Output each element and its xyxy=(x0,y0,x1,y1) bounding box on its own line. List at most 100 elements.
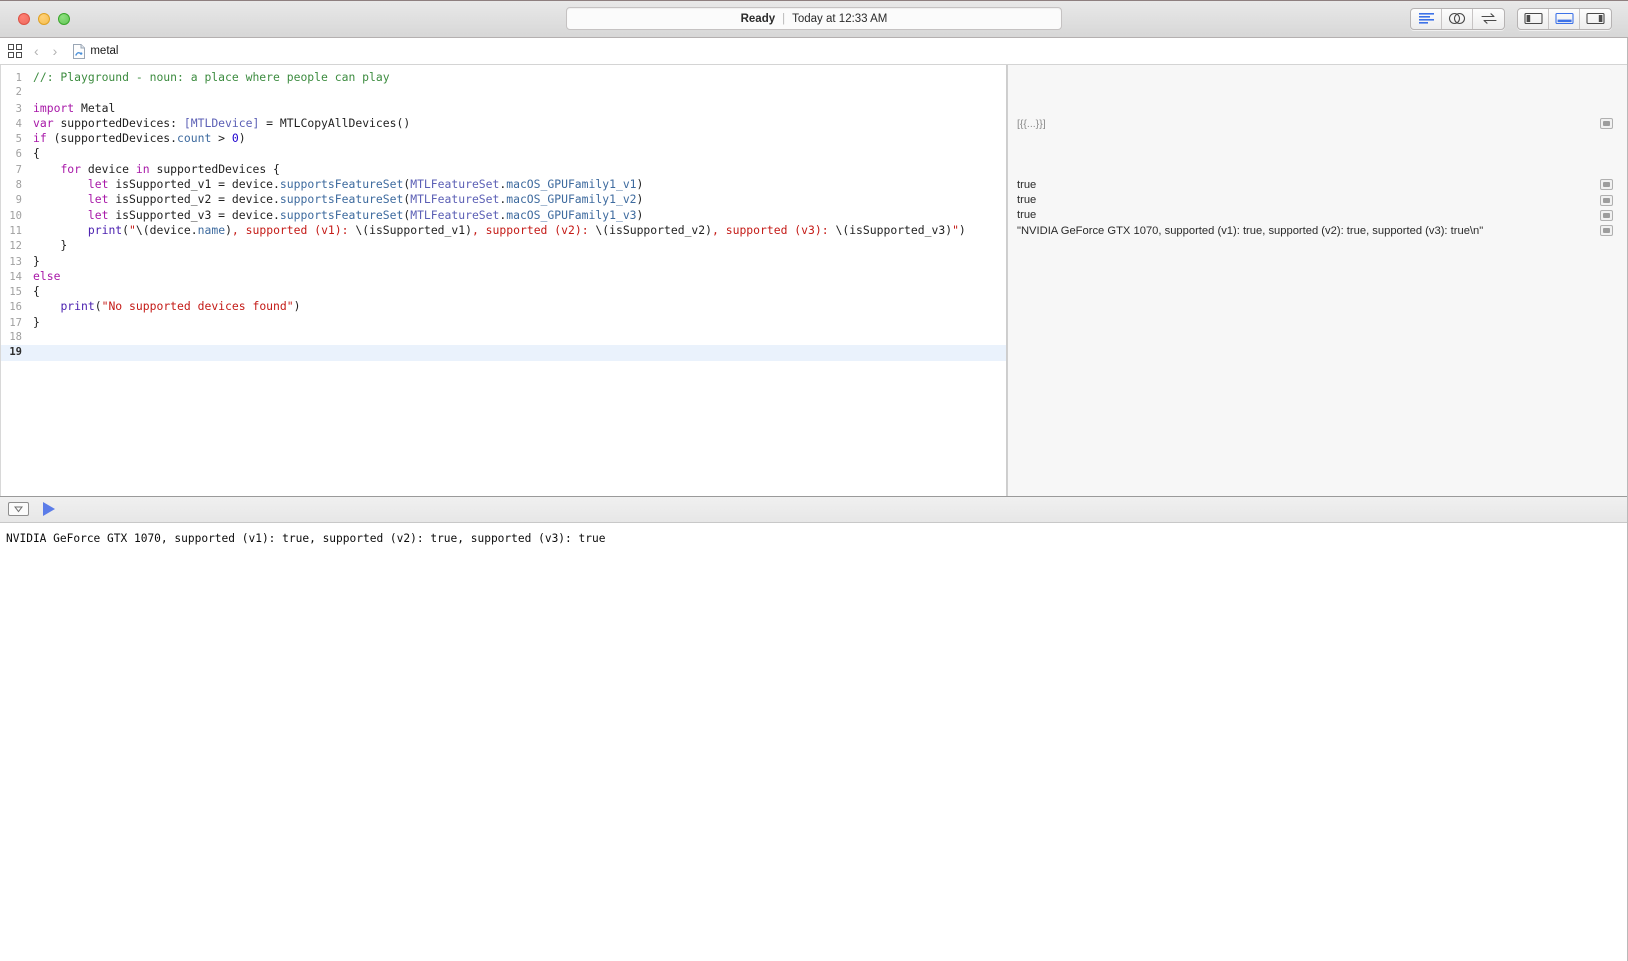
code-token: print xyxy=(60,299,95,314)
code-token: name xyxy=(197,222,226,237)
code-token: \( xyxy=(355,222,370,237)
line-number: 4 xyxy=(15,117,22,130)
left-panel-icon xyxy=(1523,12,1543,25)
code-token: MTLFeatureSet xyxy=(410,177,500,192)
run-button[interactable] xyxy=(43,502,55,516)
line-source: var supportedDevices: [MTLDevice] = MTLC… xyxy=(28,116,410,131)
result-row[interactable]: "NVIDIA GeForce GTX 1070, supported (v1)… xyxy=(1017,223,1628,238)
version-editor-button[interactable] xyxy=(1473,9,1504,29)
code-token: count xyxy=(177,131,212,146)
code-line[interactable]: 7 for device in supportedDevices { xyxy=(0,162,1006,177)
line-source: print("No supported devices found") xyxy=(28,299,300,314)
code-editor[interactable]: 1 //: Playground - noun: a place where pe… xyxy=(0,65,1007,496)
code-token: isSupported_v2 xyxy=(609,222,706,237)
navigator-toggle-button[interactable] xyxy=(1518,8,1549,29)
jump-bar: ‹ › metal xyxy=(0,38,1628,65)
line-number: 1 xyxy=(15,72,22,84)
standard-editor-button[interactable] xyxy=(1411,8,1442,29)
code-token: ) xyxy=(636,207,644,222)
line-number: 14 xyxy=(9,270,22,283)
code-token: macOS_GPUFamily1_v1 xyxy=(506,177,637,192)
forward-button[interactable]: › xyxy=(51,44,60,58)
code-line[interactable]: 10 let isSupported_v3 = device.supportsF… xyxy=(0,208,1006,223)
show-result-button[interactable] xyxy=(1600,194,1613,206)
line-source: import Metal xyxy=(28,101,115,116)
zoom-button[interactable] xyxy=(58,12,70,25)
line-number: 5 xyxy=(15,133,22,146)
code-token: import xyxy=(33,100,82,115)
result-row[interactable]: true xyxy=(1017,192,1628,207)
playground-file-icon xyxy=(73,43,86,59)
result-row[interactable]: true xyxy=(1017,177,1628,192)
code-line[interactable]: 8 let isSupported_v1 = device.supportsFe… xyxy=(0,177,1006,192)
grid-icon[interactable] xyxy=(8,44,22,58)
code-token: { xyxy=(33,284,40,299)
code-token: let xyxy=(87,177,116,192)
show-result-button[interactable] xyxy=(1600,225,1613,237)
code-line[interactable]: 2 xyxy=(0,85,1006,100)
line-source: for device in supportedDevices { xyxy=(28,161,279,177)
code-line[interactable]: 12 } xyxy=(0,238,1006,253)
result-value: true xyxy=(1017,209,1037,222)
editor-mode-group xyxy=(1410,7,1505,30)
show-result-icon xyxy=(1603,182,1610,188)
line-number: 3 xyxy=(15,102,22,115)
code-token: //: Playground - noun: a place where peo… xyxy=(33,70,390,84)
code-token: in xyxy=(135,161,157,176)
show-result-button[interactable] xyxy=(1600,209,1613,221)
code-line[interactable]: 5 if (supportedDevices.count > 0) xyxy=(0,131,1006,146)
code-token: ) xyxy=(293,299,301,314)
code-line[interactable]: 17} xyxy=(0,315,1006,330)
console-toggle-button[interactable] xyxy=(8,502,29,516)
minimize-button[interactable] xyxy=(38,12,50,25)
result-row[interactable]: true xyxy=(1017,208,1628,223)
code-token: " xyxy=(952,222,959,237)
code-line[interactable]: 16 print("No supported devices found") xyxy=(0,299,1006,314)
code-token: isSupported_v2 = device. xyxy=(115,192,280,207)
assistant-editor-button[interactable] xyxy=(1442,8,1473,29)
code-token: else xyxy=(33,268,61,283)
code-token: [MTLDevice] xyxy=(183,115,260,130)
show-result-button[interactable] xyxy=(1600,118,1613,130)
breadcrumb[interactable]: metal xyxy=(73,43,118,59)
code-line[interactable]: 4 var supportedDevices: [MTLDevice] = MTL… xyxy=(0,116,1006,131)
line-number: 2 xyxy=(15,86,22,99)
console-output[interactable]: NVIDIA GeForce GTX 1070, supported (v1):… xyxy=(0,522,1628,961)
debug-toolbar xyxy=(0,496,1628,523)
close-button[interactable] xyxy=(18,12,30,25)
status-state: Ready xyxy=(740,12,776,25)
show-result-button[interactable] xyxy=(1600,179,1613,191)
result-value: "NVIDIA GeForce GTX 1070, supported (v1)… xyxy=(1017,224,1484,237)
code-line[interactable]: 15 { xyxy=(0,284,1006,299)
code-line[interactable]: 14 else xyxy=(0,269,1006,284)
code-token: } xyxy=(33,238,68,253)
code-line[interactable]: 1 //: Playground - noun: a place where pe… xyxy=(0,70,1006,85)
code-line[interactable]: 13} xyxy=(0,254,1006,269)
utilities-toggle-button[interactable] xyxy=(1580,9,1611,29)
code-token: supportsFeatureSet xyxy=(279,177,404,192)
code-token: ) xyxy=(705,222,713,237)
code-line[interactable]: 18 xyxy=(0,330,1006,345)
line-source: } xyxy=(28,238,67,253)
line-number: 16 xyxy=(9,301,22,314)
line-number: 9 xyxy=(15,194,22,207)
code-line[interactable]: 6{ xyxy=(0,146,1006,161)
code-token: let xyxy=(87,207,116,222)
code-token: { xyxy=(33,146,40,161)
code-line[interactable]: 9 let isSupported_v2 = device.supportsFe… xyxy=(0,192,1006,207)
code-line[interactable]: 11 print("\(device.name), supported (v1)… xyxy=(0,223,1006,238)
result-row[interactable]: [{{...}}] xyxy=(1017,116,1628,131)
code-token: isSupported_v1 xyxy=(369,222,466,237)
back-button[interactable]: ‹ xyxy=(32,44,41,58)
code-token: Metal xyxy=(81,100,116,115)
line-source: { xyxy=(28,146,40,161)
code-line[interactable]: 19 xyxy=(0,345,1006,361)
gutter-divider xyxy=(0,65,1,496)
code-line[interactable]: 3 import Metal xyxy=(0,101,1006,116)
line-source: { xyxy=(28,284,40,299)
code-token: MTLFeatureSet xyxy=(410,192,500,207)
debug-area-toggle-button[interactable] xyxy=(1549,8,1580,29)
